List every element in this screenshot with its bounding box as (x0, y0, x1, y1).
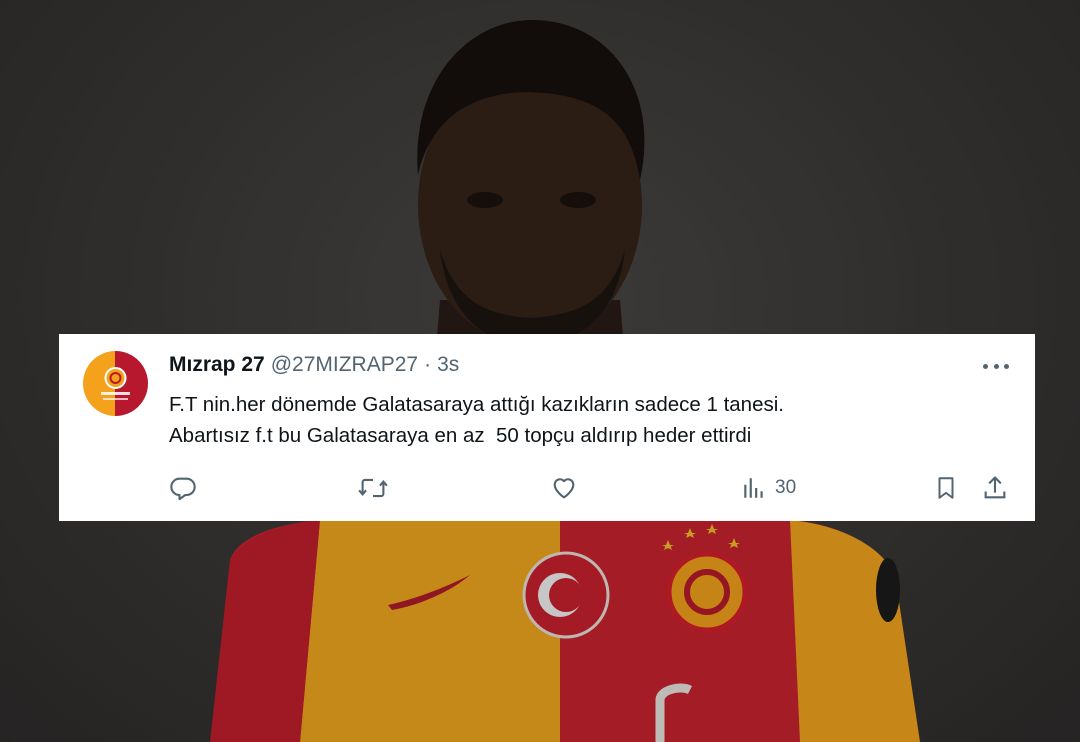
separator: · (424, 353, 432, 376)
author-name[interactable]: Mızrap 27 (169, 353, 265, 377)
views-button[interactable]: 30 (741, 471, 796, 505)
tweet-header: Mızrap 27 @27MIZRAP27 · 3s (169, 353, 459, 379)
author-handle[interactable]: @27MIZRAP27 (271, 353, 418, 377)
share-icon (984, 476, 1006, 499)
tweet-text-line: Abartısız f.t bu Galatasaraya en az 50 t… (169, 424, 752, 447)
tweet-text: F.T nin.her dönemde Galatasaraya attığı … (169, 389, 1009, 451)
tweet-card[interactable]: Mızrap 27 @27MIZRAP27 · 3s F.T nin.her d… (59, 334, 1035, 521)
timestamp[interactable]: 3s (437, 353, 459, 377)
reply-button[interactable] (169, 471, 197, 505)
views-icon (744, 478, 763, 498)
bookmark-icon (938, 477, 954, 499)
bookmark-button[interactable] (933, 471, 959, 505)
views-count: 30 (775, 477, 797, 498)
share-button[interactable] (981, 471, 1009, 505)
retweet-icon (358, 478, 388, 498)
retweet-button[interactable] (358, 471, 388, 505)
tweet-text-line: F.T nin.her dönemde Galatasaraya attığı … (169, 393, 784, 416)
more-icon[interactable] (983, 358, 1009, 374)
heart-icon (553, 478, 575, 499)
like-button[interactable] (550, 471, 578, 505)
avatar[interactable] (83, 351, 148, 416)
tweet-actions: 30 (59, 471, 1035, 505)
reply-icon (170, 477, 196, 501)
